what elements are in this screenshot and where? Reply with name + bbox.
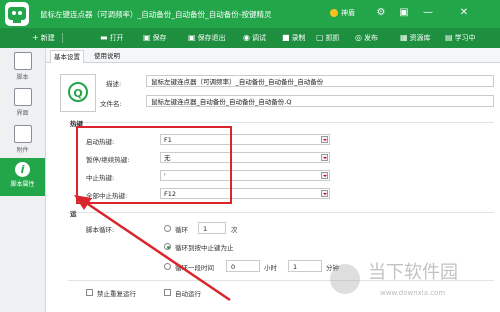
watermark-logo-icon <box>330 264 360 294</box>
watermark-url: www.downxia.com <box>380 289 446 297</box>
watermark-name: 当下软件园 <box>368 262 458 283</box>
